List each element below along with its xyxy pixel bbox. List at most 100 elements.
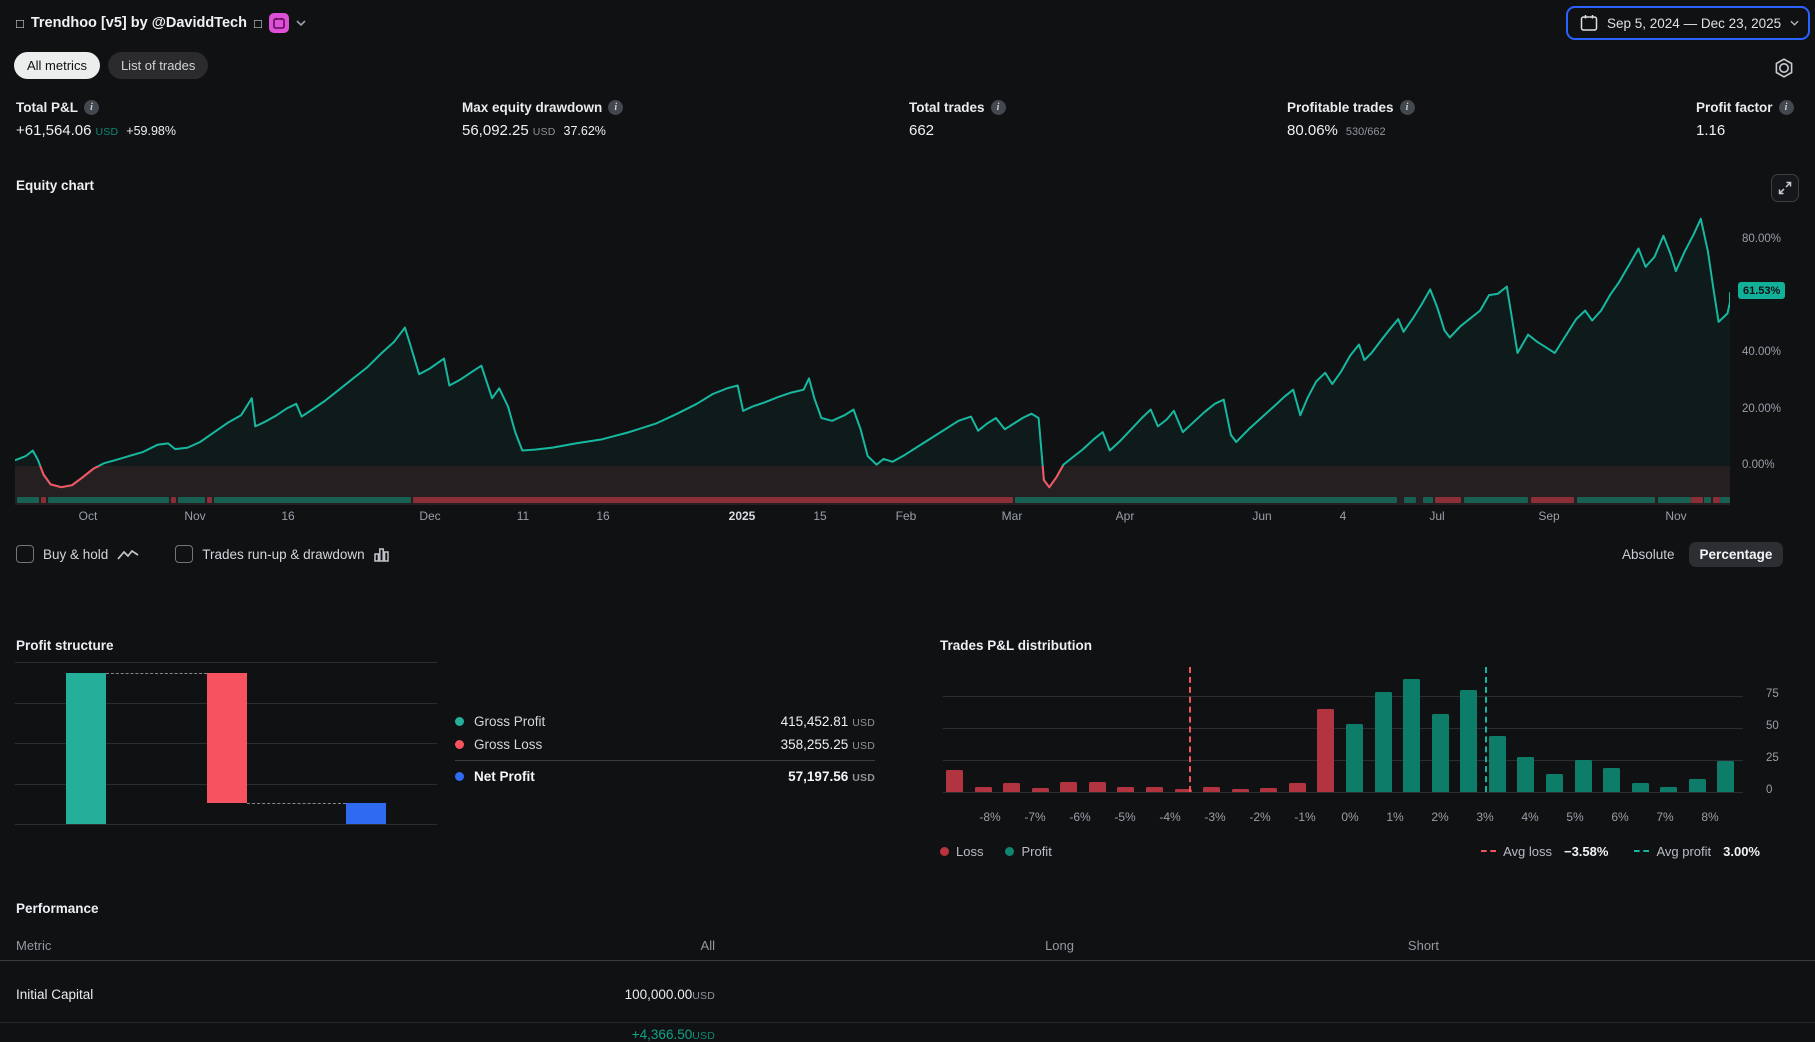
buy-hold-toggle[interactable]: Buy & hold (16, 545, 139, 563)
histogram-bar-profit (1346, 724, 1363, 792)
histogram-bar-profit (1546, 774, 1563, 792)
distribution-x-axis: -8% -7% -6% -5% -4% -3% -2% -1% 0% 1% 2% 3% 4% 5% 6% 7%… (943, 810, 1753, 824)
y-tick-label: 50 (1766, 720, 1779, 732)
x-tick-label: Feb (895, 509, 917, 523)
settings-gear-icon[interactable] (1771, 55, 1797, 81)
strip-segment-short (1712, 497, 1720, 503)
distribution-legend: Loss Profit Avg loss −3.58% Avg profit 3… (940, 842, 1760, 860)
strip-segment-long (213, 497, 412, 503)
chevron-down-icon (296, 20, 306, 26)
histogram-bar-profit (1431, 713, 1449, 792)
profit-structure-chart[interactable] (15, 656, 437, 828)
tab-list-of-trades[interactable]: List of trades (107, 52, 209, 79)
metric-total-pnl: Total P&L i +61,564.06 USD +59.98% (16, 100, 176, 139)
histogram-bar-loss (1203, 786, 1221, 792)
unknown-glyph-left: □ (16, 15, 24, 31)
equity-chart-title: Equity chart (16, 178, 95, 193)
connector-dash (247, 803, 346, 805)
gridline (943, 696, 1743, 697)
strip-segment-long (1464, 497, 1528, 503)
gridline (943, 760, 1743, 761)
buy-hold-checkbox[interactable] (16, 545, 34, 563)
performance-title: Performance (16, 901, 99, 916)
tab-all-metrics[interactable]: All metrics (14, 52, 100, 79)
net-profit-bar (346, 803, 386, 824)
gross-profit-dot (455, 717, 464, 726)
equity-x-axis: Oct Nov 16 Dec 11 16 2025 15 Feb Mar Apr Jun 4 Jul Sep… (15, 509, 1730, 525)
gridline (15, 824, 437, 825)
info-icon[interactable]: i (1778, 100, 1794, 115)
metric-value: 56,092.25 (462, 122, 529, 139)
info-icon[interactable]: i (84, 100, 99, 115)
profit-structure-title: Profit structure (16, 638, 114, 653)
equity-chart-plot[interactable] (15, 205, 1730, 505)
metrics-tabs: All metrics List of trades (14, 52, 209, 79)
metric-label: Profit factor (1696, 100, 1773, 115)
x-tick-label: -7% (1024, 810, 1046, 824)
histogram-bar-loss (1031, 788, 1049, 792)
histogram-bar-profit (1460, 689, 1478, 792)
avg-profit-value: 3.00% (1723, 843, 1760, 859)
x-tick-label: -2% (1249, 810, 1271, 824)
info-icon[interactable]: i (990, 100, 1006, 115)
net-profit-dot (455, 772, 464, 781)
last-value-badge: 61.53% (1738, 282, 1786, 300)
histogram-bar-loss (1231, 789, 1249, 792)
x-tick-label: Nov (1665, 509, 1687, 523)
strip-segment-short (1531, 497, 1574, 503)
column-metric: Metric (16, 938, 52, 953)
metric-value: +61,564.06 (16, 122, 92, 139)
distribution-title: Trades P&L distribution (940, 638, 1093, 653)
equity-y-axis: 80.00% 40.00% 20.00% 0.00% 61.53% (1738, 205, 1812, 505)
strip-segment-long (1719, 497, 1730, 503)
histogram-bar-profit (1574, 760, 1592, 792)
metric-label: Total trades (909, 100, 985, 115)
metric-value: 1.16 (1696, 122, 1726, 139)
expand-chart-icon[interactable] (1771, 174, 1799, 202)
strip-segment-long (177, 497, 206, 503)
distribution-y-axis: 75 50 25 0 (1762, 665, 1802, 805)
line-chart-icon (117, 549, 139, 560)
histogram-bar-loss (1317, 708, 1335, 792)
distribution-histogram[interactable] (943, 665, 1743, 793)
avg-profit-legend: Avg profit 3.00% (1634, 844, 1760, 859)
bar-chart-icon (373, 547, 389, 562)
strategy-title-menu[interactable]: □ Trendhoo [v5] by @DaviddTech □ (16, 11, 306, 35)
histogram-bar-profit (1488, 735, 1506, 792)
histogram-bar-loss (1260, 788, 1278, 792)
metric-label: Profitable trades (1287, 100, 1394, 115)
metric-fraction: 530/662 (1345, 126, 1386, 138)
info-icon[interactable]: i (608, 100, 624, 115)
x-tick-label: Dec (419, 509, 441, 523)
profit-structure-legend: Gross Profit 415,452.81 USD Gross Loss 35… (455, 710, 875, 788)
strip-segment-short (171, 497, 177, 503)
profit-dot (1005, 846, 1015, 856)
avg-loss-dash-icon (1481, 850, 1497, 852)
histogram-bar-loss (1117, 786, 1135, 792)
trades-runup-toggle[interactable]: Trades run-up & drawdown (175, 545, 389, 563)
x-tick-label: 0% (1341, 810, 1359, 824)
x-tick-label: 2025 (728, 509, 756, 523)
percentage-option[interactable]: Percentage (1688, 541, 1784, 567)
strip-segment-short (412, 497, 1014, 503)
trades-runup-checkbox[interactable] (175, 545, 194, 563)
legend-profit: Profit (1005, 844, 1052, 859)
y-tick-label: 0 (1766, 784, 1773, 796)
strategy-title: Trendhoo [v5] by @DaviddTech (30, 15, 247, 31)
metric-percent: 37.62% (563, 124, 606, 138)
table-row-divider (0, 1022, 1815, 1023)
avg-loss-value: −3.58% (1563, 843, 1609, 859)
absolute-option[interactable]: Absolute (1622, 547, 1675, 562)
y-tick-label: 25 (1766, 752, 1779, 764)
unknown-glyph-right: □ (253, 15, 262, 31)
x-tick-label: -6% (1069, 810, 1091, 824)
x-tick-label: 11 (516, 509, 530, 523)
strip-segment-long (1014, 497, 1398, 503)
x-tick-label: Nov (184, 509, 206, 523)
y-tick-label: 40.00% (1742, 346, 1782, 358)
x-tick-label: 3% (1476, 810, 1494, 824)
chevron-down-icon (1790, 20, 1799, 26)
x-tick-label: 7% (1656, 810, 1674, 824)
info-icon[interactable]: i (1399, 100, 1415, 115)
date-range-picker[interactable]: Sep 5, 2024 — Dec 23, 2025 (1566, 6, 1810, 40)
